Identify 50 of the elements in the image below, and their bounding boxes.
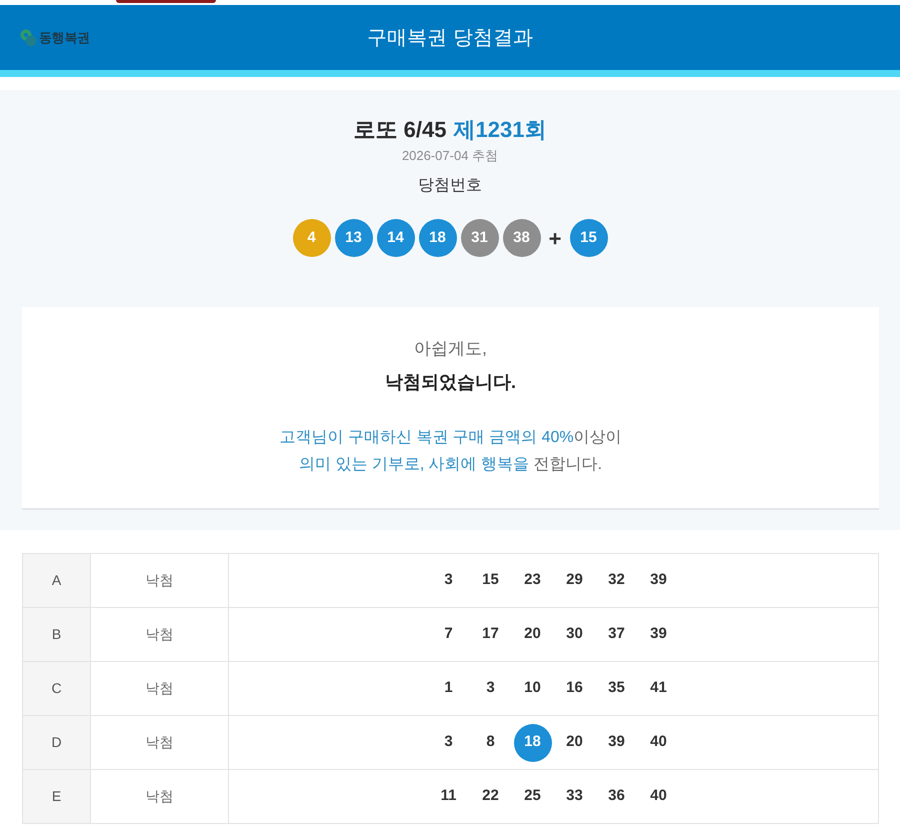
game-title: 로또 6/45 [354, 116, 446, 144]
lotto-number: 11 [440, 786, 458, 806]
round-title: 제1231회 [453, 116, 546, 144]
lotto-number: 33 [565, 786, 584, 806]
lotto-number: 7 [443, 624, 454, 644]
lotto-number: 20 [523, 624, 542, 644]
table-cell: B [22, 608, 90, 662]
lotto-number: 16 [565, 678, 584, 698]
table-cell: D [22, 716, 90, 770]
table-cell: 낙첨 [90, 770, 228, 824]
lotto-number: 37 [607, 624, 626, 644]
lotto-number: 35 [607, 678, 626, 698]
lotto-number: 8 [485, 732, 496, 752]
logo-icon [20, 28, 37, 48]
lotto-number: 1 [443, 678, 454, 698]
lotto-number: 3 [443, 732, 454, 752]
table-cell: E [22, 770, 90, 824]
numbers-label: 당첨번호 [418, 176, 482, 196]
lotto-number: 20 [565, 732, 584, 752]
lotto-number: 40 [649, 732, 668, 752]
table-cell: 낙첨 [90, 554, 228, 608]
draw-date: 2026-07-04 추첨 [402, 147, 498, 165]
table-cell: 낙첨 [90, 608, 228, 662]
table-cell: A [22, 554, 90, 608]
lotto-number: 29 [565, 570, 584, 590]
lotto-number: 39 [607, 732, 626, 752]
page-title: 구매복권 당첨결과 [367, 26, 533, 50]
lotto-number: 36 [607, 786, 626, 806]
plus-sign: + [548, 224, 562, 252]
lotto-number: 3 [443, 570, 454, 590]
lotto-number: 3 [485, 678, 496, 698]
lotto-number: 10 [523, 678, 542, 698]
table-cell: C [22, 662, 90, 716]
table-cell: 낙첨 [90, 662, 228, 716]
lotto-number: 40 [649, 786, 668, 806]
logo-text: 동행복권 [39, 28, 90, 47]
lotto-number: 15 [481, 570, 500, 590]
lotto-number: 22 [481, 786, 500, 806]
lotto-number: 23 [523, 570, 542, 590]
lotto-number: 39 [649, 570, 668, 590]
message-text: 고객님이 구매하신 복권 구매 금액의 40%이상이 의미 있는 기부로, 사회에 행복을 전합니다. [279, 428, 622, 475]
status-text: 낙첨되었습니다. [384, 371, 516, 394]
lotto-number: 39 [649, 624, 668, 644]
lotto-number: 32 [607, 570, 626, 590]
lotto-number: 41 [649, 678, 668, 698]
table-cell: 낙첨 [90, 716, 228, 770]
lead-text: 아쉽게도, [414, 338, 487, 360]
lotto-number: 25 [523, 786, 542, 806]
lotto-number: 17 [481, 624, 500, 644]
lotto-number: 30 [565, 624, 584, 644]
